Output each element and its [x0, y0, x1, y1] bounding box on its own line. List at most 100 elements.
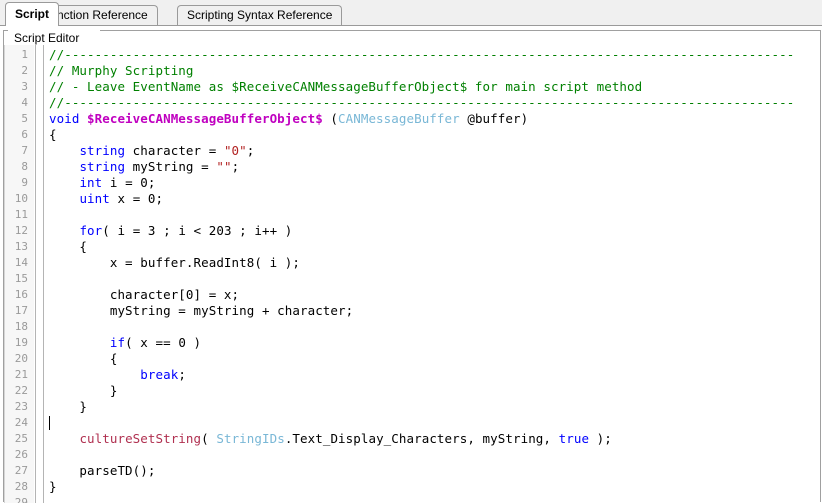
code-token: CANMessageBuffer [338, 111, 460, 126]
code-token: cultureSetString [79, 431, 202, 446]
code-token: ); [589, 431, 612, 446]
gutter-divider-outer [43, 45, 44, 503]
code-token: //--------------------------------------… [49, 95, 795, 110]
code-line: character[0] = x; [49, 287, 239, 303]
code-token: "" [216, 159, 232, 174]
code-token: } [49, 479, 57, 494]
code-token: void [49, 111, 88, 126]
line-number: 9 [21, 176, 28, 189]
code-line: parseTD(); [49, 463, 155, 479]
code-token: "0" [223, 143, 247, 158]
code-token: ( [201, 431, 217, 446]
tab-scripting-syntax-reference-label: Scripting Syntax Reference [187, 8, 333, 22]
code-token: $ReceiveCANMessageBufferObject$ [87, 111, 323, 126]
line-number: 12 [14, 224, 28, 237]
code-token: //--------------------------------------… [49, 47, 795, 62]
code-token: myString = myString + character; [49, 303, 354, 318]
code-line: break; [49, 367, 186, 383]
code-token: character[0] = x; [49, 287, 240, 302]
code-line: uint x = 0; [49, 191, 163, 207]
text-caret [49, 416, 50, 430]
code-token: { [49, 351, 118, 366]
code-line: // Murphy Scripting [49, 63, 194, 79]
code-line: x = buffer.ReadInt8( i ); [49, 255, 300, 271]
line-number: 26 [14, 448, 28, 461]
code-token: { [49, 239, 88, 254]
code-token: ( i = 3 ; i < 203 ; i++ ) [102, 223, 293, 238]
code-line: cultureSetString( StringIDs.Text_Display… [49, 431, 612, 447]
line-number: 13 [14, 240, 28, 253]
code-line: } [49, 399, 87, 415]
code-line: { [49, 127, 57, 143]
code-token: i = 0; [102, 175, 156, 190]
code-line: string character = "0"; [49, 143, 254, 159]
code-token: ( [322, 111, 339, 126]
code-line: } [49, 479, 57, 495]
code-token: if [109, 335, 126, 350]
code-text-area[interactable]: //--------------------------------------… [45, 45, 820, 503]
code-token: .Text_Display_Characters, myString, [284, 431, 559, 446]
code-line: //--------------------------------------… [49, 95, 794, 111]
script-editor-label: Script Editor [11, 31, 83, 45]
code-token: myString = [125, 159, 217, 174]
line-number: 1 [21, 48, 28, 61]
line-number: 16 [14, 288, 28, 301]
script-editor[interactable]: 1 2 3 4 5 6 7 8 9 10 11 12 13 14 15 16 17 18 19 20 21 22 23 24 2… [4, 45, 820, 503]
code-token: string [79, 159, 126, 174]
line-number: 8 [21, 160, 28, 173]
line-number: 14 [14, 256, 28, 269]
code-token: // Murphy Scripting [49, 63, 194, 78]
code-line: int i = 0; [49, 175, 156, 191]
code-line: { [49, 351, 118, 367]
code-token: } [49, 383, 118, 398]
tab-strip: Script Function Reference Scripting Synt… [0, 0, 822, 26]
tab-scripting-syntax-reference[interactable]: Scripting Syntax Reference [177, 5, 343, 26]
code-line: for( i = 3 ; i < 203 ; i++ ) [49, 223, 292, 239]
line-number: 25 [14, 432, 28, 445]
line-number: 22 [14, 384, 28, 397]
code-line: { [49, 239, 87, 255]
code-token: int [79, 175, 103, 190]
line-number: 6 [21, 128, 28, 141]
code-token: // - Leave EventName as $ReceiveCANMessa… [49, 79, 643, 94]
line-number: 29 [14, 496, 28, 503]
code-token: uint [79, 191, 110, 206]
line-number: 17 [14, 304, 28, 317]
code-line: //--------------------------------------… [49, 47, 794, 63]
code-token: true [558, 431, 590, 446]
code-line: string myString = ""; [49, 159, 239, 175]
code-line: // - Leave EventName as $ReceiveCANMessa… [49, 79, 642, 95]
line-number: 4 [21, 96, 28, 109]
line-number: 20 [14, 352, 28, 365]
code-token: ; [178, 367, 186, 382]
line-number: 15 [14, 272, 28, 285]
code-token: character = [125, 143, 224, 158]
code-line: } [49, 383, 118, 399]
code-line: if( x == 0 ) [49, 335, 201, 351]
tab-strip-divider [0, 25, 822, 26]
code-token: break [140, 367, 179, 382]
line-number: 19 [14, 336, 28, 349]
line-number: 28 [14, 480, 28, 493]
groupbox-top-border-left [3, 30, 8, 31]
line-number: 7 [21, 144, 28, 157]
code-token: parseTD(); [49, 463, 156, 478]
tab-script-label: Script [15, 7, 50, 21]
line-number: 10 [14, 192, 28, 205]
line-number: 23 [14, 400, 28, 413]
line-number: 3 [21, 80, 28, 93]
tab-script[interactable]: Script [5, 2, 60, 26]
line-number: 18 [14, 320, 28, 333]
line-number: 5 [21, 112, 28, 125]
line-number: 24 [14, 416, 28, 429]
code-token: x = 0; [109, 191, 164, 206]
line-number: 11 [14, 208, 28, 221]
code-token: @buffer) [459, 111, 529, 126]
code-token: string [79, 143, 126, 158]
code-line: void $ReceiveCANMessageBufferObject$ (CA… [49, 111, 528, 127]
